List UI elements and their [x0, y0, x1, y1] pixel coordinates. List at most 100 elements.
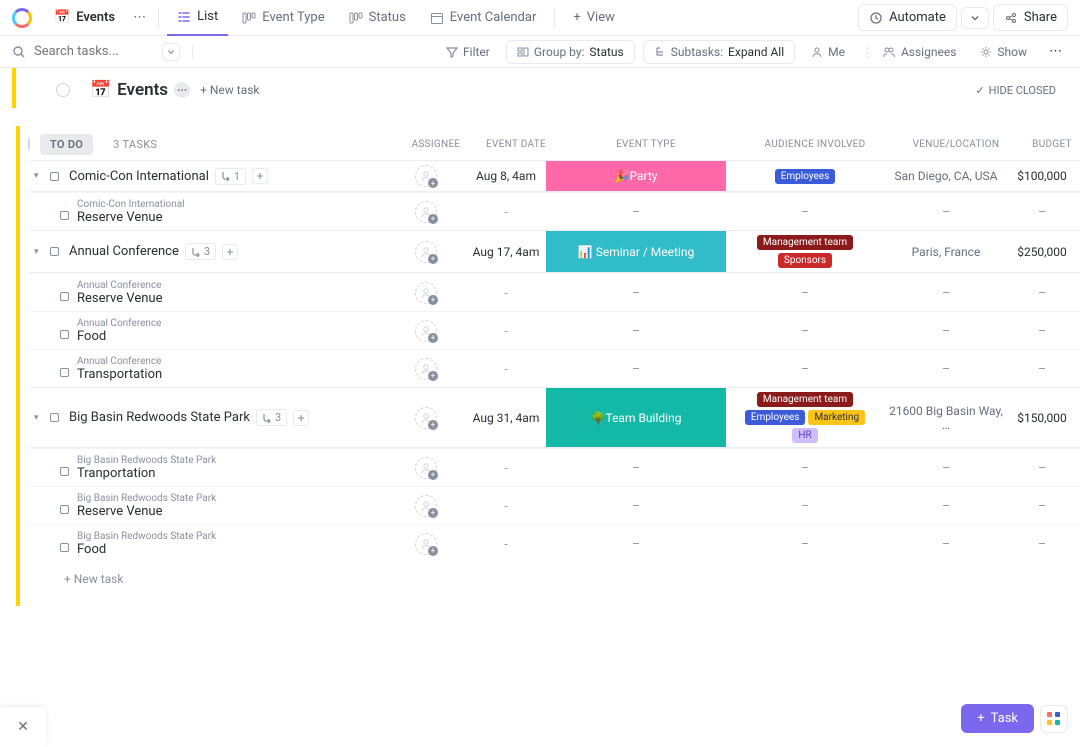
task-row[interactable]: ▾ Big Basin Redwoods State Park 3 + + Au…: [30, 387, 1080, 448]
status-checkbox[interactable]: [50, 172, 59, 181]
list-title-tab[interactable]: 📅 Events: [44, 0, 125, 36]
venue-cell[interactable]: –: [884, 324, 1008, 338]
subtask-count[interactable]: 3: [185, 243, 216, 260]
subtasks-button[interactable]: Subtasks: Expand All: [643, 40, 795, 64]
event-type-cell[interactable]: –: [546, 461, 726, 475]
event-type-cell[interactable]: 📊 Seminar / Meeting: [546, 231, 726, 272]
col-venue[interactable]: VENUE/LOCATION: [894, 139, 1018, 150]
audience-tag[interactable]: HR: [792, 428, 817, 443]
search-input[interactable]: [34, 44, 154, 59]
task-title[interactable]: Comic-Con International: [69, 169, 209, 184]
budget-cell[interactable]: –: [1008, 205, 1076, 219]
status-pill[interactable]: TO DO: [40, 134, 93, 155]
tab-status[interactable]: Status: [339, 0, 416, 36]
status-checkbox[interactable]: [60, 330, 69, 339]
audience-cell[interactable]: –: [726, 286, 884, 300]
status-checkbox[interactable]: [50, 247, 59, 256]
budget-cell[interactable]: $250,000: [1008, 245, 1076, 259]
task-row[interactable]: ▾ Annual Conference 3 + + Aug 17, 4am 📊 …: [30, 230, 1080, 273]
add-view-button[interactable]: + View: [563, 0, 625, 36]
automate-dropdown[interactable]: [961, 7, 989, 29]
assignee-add[interactable]: +: [415, 241, 437, 263]
budget-cell[interactable]: –: [1008, 499, 1076, 513]
venue-cell[interactable]: –: [884, 286, 1008, 300]
col-event-date[interactable]: EVENT DATE: [476, 139, 556, 150]
event-type-cell[interactable]: 🎉Party: [546, 161, 726, 191]
subtask-row[interactable]: Big Basin Redwoods State Park Tranportat…: [30, 448, 1080, 486]
event-type-cell[interactable]: –: [546, 324, 726, 338]
budget-cell[interactable]: –: [1008, 537, 1076, 551]
venue-cell[interactable]: –: [884, 461, 1008, 475]
col-budget[interactable]: BUDGET: [1018, 139, 1080, 150]
status-checkbox[interactable]: [60, 292, 69, 301]
budget-cell[interactable]: –: [1008, 362, 1076, 376]
venue-cell[interactable]: –: [884, 362, 1008, 376]
assignees-button[interactable]: Assignees: [874, 41, 964, 63]
new-task-fab[interactable]: + Task: [961, 704, 1034, 733]
event-date-cell[interactable]: -: [466, 286, 546, 300]
subtask-row[interactable]: Big Basin Redwoods State Park Food + - –…: [30, 524, 1080, 562]
event-type-cell[interactable]: –: [546, 286, 726, 300]
assignee-add[interactable]: +: [415, 407, 437, 429]
col-audience[interactable]: AUDIENCE INVOLVED: [736, 139, 894, 150]
venue-cell[interactable]: –: [884, 537, 1008, 551]
subtask-count[interactable]: 1: [215, 168, 246, 185]
new-task-bottom[interactable]: + New task: [30, 562, 1080, 596]
subtask-title[interactable]: Reserve Venue: [77, 504, 216, 519]
col-event-type[interactable]: EVENT TYPE: [556, 139, 736, 150]
audience-tag[interactable]: Sponsors: [778, 253, 832, 268]
venue-cell[interactable]: San Diego, CA, USA: [884, 169, 1008, 183]
audience-cell[interactable]: –: [726, 324, 884, 338]
audience-tag[interactable]: Marketing: [808, 410, 865, 425]
budget-cell[interactable]: $100,000: [1008, 169, 1076, 183]
group-by-button[interactable]: Group by: Status: [506, 40, 635, 64]
event-date-cell[interactable]: -: [466, 499, 546, 513]
audience-cell[interactable]: –: [726, 461, 884, 475]
assignee-add[interactable]: +: [415, 358, 437, 380]
add-subtask-button[interactable]: +: [252, 168, 268, 184]
audience-tag[interactable]: Management team: [757, 392, 853, 407]
audience-cell[interactable]: Management team Sponsors: [726, 231, 884, 272]
group-collapse-toggle[interactable]: [28, 137, 30, 151]
task-title[interactable]: Annual Conference: [69, 244, 179, 259]
event-type-cell[interactable]: –: [546, 499, 726, 513]
status-checkbox[interactable]: [50, 413, 59, 422]
view-collapse-toggle[interactable]: [56, 83, 70, 97]
tab-event-calendar[interactable]: Event Calendar: [420, 0, 547, 36]
budget-cell[interactable]: –: [1008, 286, 1076, 300]
more-options[interactable]: ⋯: [1043, 40, 1068, 63]
event-date-cell[interactable]: -: [466, 537, 546, 551]
audience-cell[interactable]: –: [726, 499, 884, 513]
hide-closed-toggle[interactable]: ✓ HIDE CLOSED: [975, 84, 1056, 97]
status-checkbox[interactable]: [60, 211, 69, 220]
budget-cell[interactable]: –: [1008, 324, 1076, 338]
venue-cell[interactable]: –: [884, 205, 1008, 219]
audience-cell[interactable]: –: [726, 537, 884, 551]
app-logo[interactable]: [12, 8, 32, 28]
event-date-cell[interactable]: Aug 8, 4am: [466, 169, 546, 183]
subtask-title[interactable]: Reserve Venue: [77, 291, 163, 306]
event-date-cell[interactable]: -: [466, 461, 546, 475]
assignee-add[interactable]: +: [415, 165, 437, 187]
event-type-cell[interactable]: 🌳Team Building: [546, 388, 726, 447]
share-button[interactable]: Share: [993, 4, 1068, 31]
subtask-title[interactable]: Food: [77, 329, 162, 344]
task-title[interactable]: Big Basin Redwoods State Park: [69, 410, 250, 425]
subtask-count[interactable]: 3: [256, 409, 287, 426]
event-date-cell[interactable]: -: [466, 362, 546, 376]
audience-tag[interactable]: Employees: [745, 410, 806, 425]
audience-tag[interactable]: Employees: [775, 169, 836, 184]
automate-button[interactable]: Automate: [858, 4, 957, 31]
event-type-cell[interactable]: –: [546, 205, 726, 219]
collapse-icon[interactable]: ▾: [34, 171, 44, 181]
event-date-cell[interactable]: -: [466, 324, 546, 338]
info-icon[interactable]: ⋯: [174, 82, 190, 98]
collapse-icon[interactable]: ▾: [34, 247, 44, 257]
subtask-title[interactable]: Transportation: [77, 367, 162, 382]
assignee-add[interactable]: +: [415, 282, 437, 304]
audience-tag[interactable]: Management team: [757, 235, 853, 250]
status-checkbox[interactable]: [60, 543, 69, 552]
filter-button[interactable]: Filter: [438, 41, 498, 63]
venue-cell[interactable]: 21600 Big Basin Way, …: [884, 404, 1008, 432]
new-task-header[interactable]: + New task: [200, 83, 259, 97]
